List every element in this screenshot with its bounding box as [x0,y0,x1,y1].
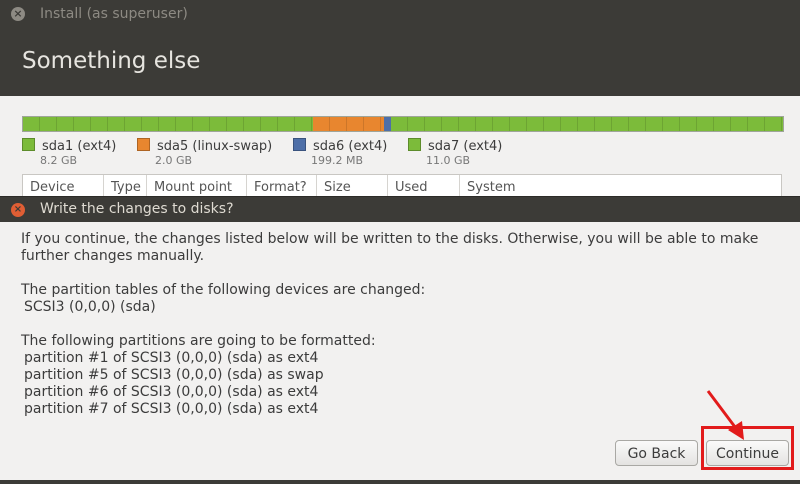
partition-segment-sda5 [313,117,384,131]
partition-bar [22,116,784,132]
go-back-button[interactable]: Go Back [615,440,698,466]
dialog-message: If you continue, the changes listed belo… [21,231,791,418]
legend-item-sda6: sda6 (ext4) 199.2 MB [293,138,387,167]
legend-swatch [293,138,306,151]
page-title: Something else [22,48,201,74]
partition-segment-sda1 [23,117,314,131]
confirm-dialog: × Write the changes to disks? If you con… [0,196,800,481]
format-heading: The following partitions are going to be… [21,333,376,349]
format-item: partition #5 of SCSI3 (0,0,0) (sda) as s… [24,367,324,383]
close-icon[interactable]: × [11,7,25,21]
format-item: partition #7 of SCSI3 (0,0,0) (sda) as e… [24,401,319,417]
legend-item-sda7: sda7 (ext4) 11.0 GB [408,138,502,167]
format-item: partition #1 of SCSI3 (0,0,0) (sda) as e… [24,350,319,366]
close-icon[interactable]: × [11,203,25,217]
dialog-titlebar: × Write the changes to disks? [0,197,800,222]
legend-swatch [137,138,150,151]
partition-table-header: Device Type Mount point Format? Size Use… [22,174,782,197]
column-header-used[interactable]: Used [388,175,460,197]
tables-heading: The partition tables of the following de… [21,282,426,298]
arrow-annotation-icon [706,390,744,440]
window-title: Install (as superuser) [40,6,188,22]
legend-swatch [22,138,35,151]
page-header: Something else [0,28,800,96]
legend-swatch [408,138,421,151]
tables-device: SCSI3 (0,0,0) (sda) [24,299,156,315]
dialog-intro: If you continue, the changes listed belo… [21,231,759,264]
window-titlebar: × Install (as superuser) [0,0,800,28]
column-header-type[interactable]: Type [104,175,147,197]
column-header-device[interactable]: Device [23,175,104,197]
legend-item-sda1: sda1 (ext4) 8.2 GB [22,138,116,167]
partition-segment-sda7 [390,117,783,131]
dialog-title: Write the changes to disks? [40,201,234,217]
partition-segment-sda6 [383,117,391,131]
legend-item-sda5: sda5 (linux-swap) 2.0 GB [137,138,272,167]
column-header-mount-point[interactable]: Mount point [147,175,247,197]
format-item: partition #6 of SCSI3 (0,0,0) (sda) as e… [24,384,319,400]
column-header-size[interactable]: Size [317,175,388,197]
window-bottom-edge [0,480,800,484]
column-header-format[interactable]: Format? [247,175,317,197]
column-header-system[interactable]: System [460,175,781,197]
